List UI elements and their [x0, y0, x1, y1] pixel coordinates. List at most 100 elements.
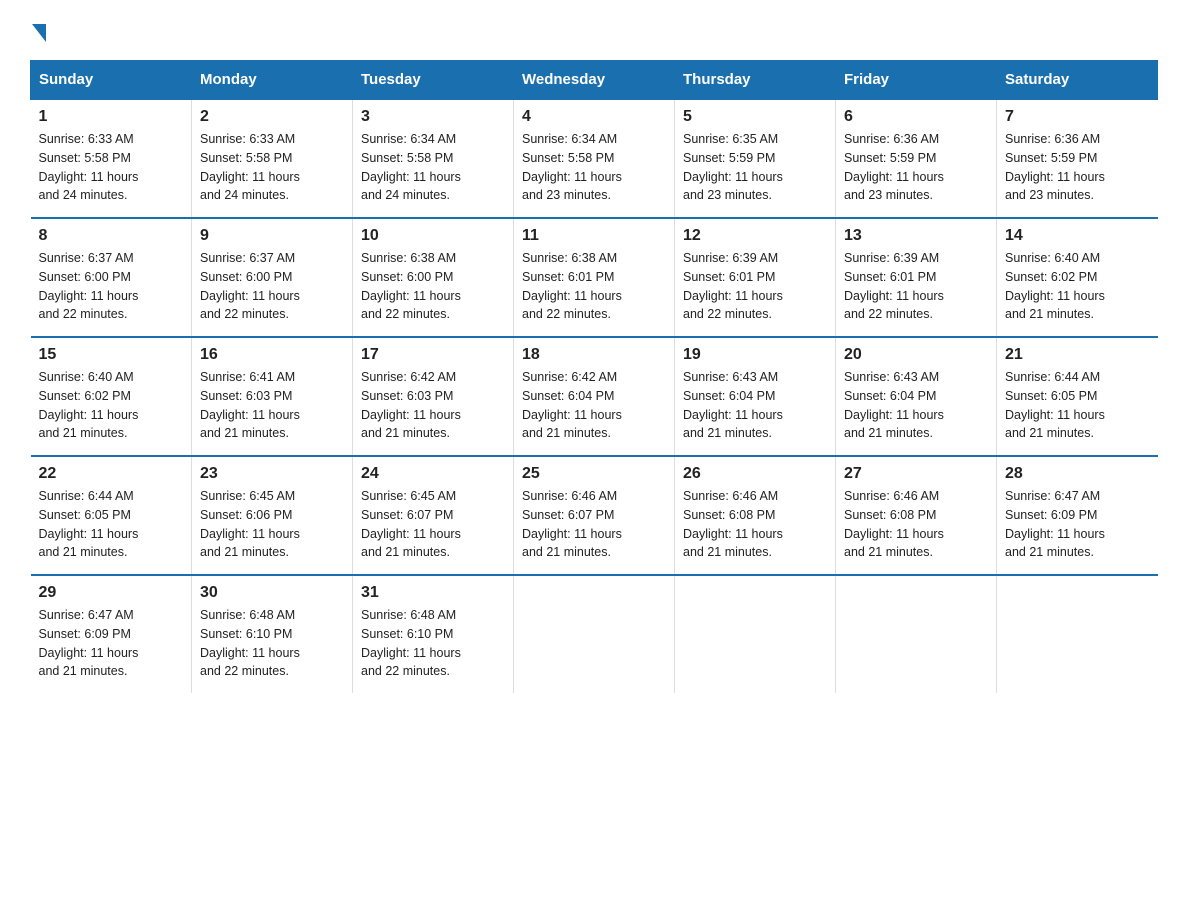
day-info: Sunrise: 6:46 AMSunset: 6:07 PMDaylight:… [522, 487, 666, 562]
calendar-cell: 4 Sunrise: 6:34 AMSunset: 5:58 PMDaylight… [514, 99, 675, 218]
calendar-cell: 9 Sunrise: 6:37 AMSunset: 6:00 PMDaylight… [192, 218, 353, 337]
day-number: 31 [361, 584, 505, 602]
calendar-cell: 2 Sunrise: 6:33 AMSunset: 5:58 PMDaylight… [192, 99, 353, 218]
calendar-cell: 23 Sunrise: 6:45 AMSunset: 6:06 PMDayligh… [192, 456, 353, 575]
calendar-table: SundayMondayTuesdayWednesdayThursdayFrid… [30, 60, 1158, 693]
day-info: Sunrise: 6:37 AMSunset: 6:00 PMDaylight:… [39, 249, 184, 324]
day-info: Sunrise: 6:44 AMSunset: 6:05 PMDaylight:… [1005, 368, 1150, 443]
day-info: Sunrise: 6:47 AMSunset: 6:09 PMDaylight:… [39, 606, 184, 681]
day-number: 15 [39, 346, 184, 364]
calendar-cell: 16Sunrise: 6:41 AMSunset: 6:03 PMDayligh… [192, 337, 353, 456]
day-info: Sunrise: 6:47 AMSunset: 6:09 PMDaylight:… [1005, 487, 1150, 562]
calendar-cell: 20 Sunrise: 6:43 AMSunset: 6:04 PMDayligh… [836, 337, 997, 456]
day-number: 28 [1005, 465, 1150, 483]
day-info: Sunrise: 6:33 AMSunset: 5:58 PMDaylight:… [200, 130, 344, 205]
page-header [30, 20, 1158, 40]
day-info: Sunrise: 6:45 AMSunset: 6:07 PMDaylight:… [361, 487, 505, 562]
day-number: 23 [200, 465, 344, 483]
day-info: Sunrise: 6:45 AMSunset: 6:06 PMDaylight:… [200, 487, 344, 562]
day-number: 11 [522, 227, 666, 245]
calendar-cell [675, 575, 836, 693]
calendar-week-row: 29 Sunrise: 6:47 AMSunset: 6:09 PMDayligh… [31, 575, 1158, 693]
day-number: 4 [522, 108, 666, 126]
calendar-cell: 12 Sunrise: 6:39 AMSunset: 6:01 PMDayligh… [675, 218, 836, 337]
day-number: 21 [1005, 346, 1150, 364]
day-info: Sunrise: 6:39 AMSunset: 6:01 PMDaylight:… [683, 249, 827, 324]
calendar-cell: 26 Sunrise: 6:46 AMSunset: 6:08 PMDayligh… [675, 456, 836, 575]
calendar-cell: 29 Sunrise: 6:47 AMSunset: 6:09 PMDayligh… [31, 575, 192, 693]
calendar-cell: 31 Sunrise: 6:48 AMSunset: 6:10 PMDayligh… [353, 575, 514, 693]
calendar-header-row: SundayMondayTuesdayWednesdayThursdayFrid… [31, 61, 1158, 100]
day-info: Sunrise: 6:36 AMSunset: 5:59 PMDaylight:… [844, 130, 988, 205]
day-number: 13 [844, 227, 988, 245]
calendar-cell: 22 Sunrise: 6:44 AMSunset: 6:05 PMDayligh… [31, 456, 192, 575]
column-header-thursday: Thursday [675, 61, 836, 100]
column-header-friday: Friday [836, 61, 997, 100]
day-info: Sunrise: 6:42 AMSunset: 6:04 PMDaylight:… [522, 368, 666, 443]
column-header-sunday: Sunday [31, 61, 192, 100]
calendar-cell: 11 Sunrise: 6:38 AMSunset: 6:01 PMDayligh… [514, 218, 675, 337]
logo-arrow-icon [32, 24, 46, 42]
day-number: 9 [200, 227, 344, 245]
calendar-cell: 10 Sunrise: 6:38 AMSunset: 6:00 PMDayligh… [353, 218, 514, 337]
logo [30, 20, 46, 40]
calendar-week-row: 15 Sunrise: 6:40 AMSunset: 6:02 PMDayligh… [31, 337, 1158, 456]
day-number: 30 [200, 584, 344, 602]
day-number: 10 [361, 227, 505, 245]
day-info: Sunrise: 6:40 AMSunset: 6:02 PMDaylight:… [39, 368, 184, 443]
calendar-cell [836, 575, 997, 693]
column-header-saturday: Saturday [997, 61, 1158, 100]
calendar-cell: 5 Sunrise: 6:35 AMSunset: 5:59 PMDaylight… [675, 99, 836, 218]
calendar-cell: 17 Sunrise: 6:42 AMSunset: 6:03 PMDayligh… [353, 337, 514, 456]
day-info: Sunrise: 6:42 AMSunset: 6:03 PMDaylight:… [361, 368, 505, 443]
calendar-cell [514, 575, 675, 693]
calendar-cell: 27 Sunrise: 6:46 AMSunset: 6:08 PMDayligh… [836, 456, 997, 575]
calendar-week-row: 22 Sunrise: 6:44 AMSunset: 6:05 PMDayligh… [31, 456, 1158, 575]
day-number: 8 [39, 227, 184, 245]
day-number: 24 [361, 465, 505, 483]
day-number: 19 [683, 346, 827, 364]
day-number: 12 [683, 227, 827, 245]
day-number: 20 [844, 346, 988, 364]
calendar-cell: 30Sunrise: 6:48 AMSunset: 6:10 PMDayligh… [192, 575, 353, 693]
calendar-cell: 13 Sunrise: 6:39 AMSunset: 6:01 PMDayligh… [836, 218, 997, 337]
day-number: 2 [200, 108, 344, 126]
calendar-cell: 24 Sunrise: 6:45 AMSunset: 6:07 PMDayligh… [353, 456, 514, 575]
day-info: Sunrise: 6:36 AMSunset: 5:59 PMDaylight:… [1005, 130, 1150, 205]
day-number: 7 [1005, 108, 1150, 126]
calendar-week-row: 8 Sunrise: 6:37 AMSunset: 6:00 PMDaylight… [31, 218, 1158, 337]
column-header-tuesday: Tuesday [353, 61, 514, 100]
day-info: Sunrise: 6:41 AMSunset: 6:03 PMDaylight:… [200, 368, 344, 443]
day-number: 3 [361, 108, 505, 126]
day-info: Sunrise: 6:38 AMSunset: 6:01 PMDaylight:… [522, 249, 666, 324]
day-info: Sunrise: 6:46 AMSunset: 6:08 PMDaylight:… [683, 487, 827, 562]
column-header-monday: Monday [192, 61, 353, 100]
calendar-cell: 28 Sunrise: 6:47 AMSunset: 6:09 PMDayligh… [997, 456, 1158, 575]
day-info: Sunrise: 6:39 AMSunset: 6:01 PMDaylight:… [844, 249, 988, 324]
column-header-wednesday: Wednesday [514, 61, 675, 100]
day-number: 18 [522, 346, 666, 364]
calendar-cell: 1Sunrise: 6:33 AMSunset: 5:58 PMDaylight… [31, 99, 192, 218]
day-info: Sunrise: 6:44 AMSunset: 6:05 PMDaylight:… [39, 487, 184, 562]
day-number: 27 [844, 465, 988, 483]
day-number: 22 [39, 465, 184, 483]
day-info: Sunrise: 6:35 AMSunset: 5:59 PMDaylight:… [683, 130, 827, 205]
day-info: Sunrise: 6:43 AMSunset: 6:04 PMDaylight:… [844, 368, 988, 443]
calendar-cell: 18 Sunrise: 6:42 AMSunset: 6:04 PMDayligh… [514, 337, 675, 456]
day-info: Sunrise: 6:38 AMSunset: 6:00 PMDaylight:… [361, 249, 505, 324]
day-info: Sunrise: 6:34 AMSunset: 5:58 PMDaylight:… [522, 130, 666, 205]
day-number: 29 [39, 584, 184, 602]
day-number: 26 [683, 465, 827, 483]
day-number: 5 [683, 108, 827, 126]
day-info: Sunrise: 6:37 AMSunset: 6:00 PMDaylight:… [200, 249, 344, 324]
calendar-cell: 19 Sunrise: 6:43 AMSunset: 6:04 PMDayligh… [675, 337, 836, 456]
day-number: 17 [361, 346, 505, 364]
calendar-cell: 15 Sunrise: 6:40 AMSunset: 6:02 PMDayligh… [31, 337, 192, 456]
day-info: Sunrise: 6:48 AMSunset: 6:10 PMDaylight:… [361, 606, 505, 681]
calendar-cell: 7 Sunrise: 6:36 AMSunset: 5:59 PMDaylight… [997, 99, 1158, 218]
day-number: 6 [844, 108, 988, 126]
calendar-cell: 3Sunrise: 6:34 AMSunset: 5:58 PMDaylight… [353, 99, 514, 218]
day-info: Sunrise: 6:43 AMSunset: 6:04 PMDaylight:… [683, 368, 827, 443]
day-number: 25 [522, 465, 666, 483]
day-info: Sunrise: 6:46 AMSunset: 6:08 PMDaylight:… [844, 487, 988, 562]
